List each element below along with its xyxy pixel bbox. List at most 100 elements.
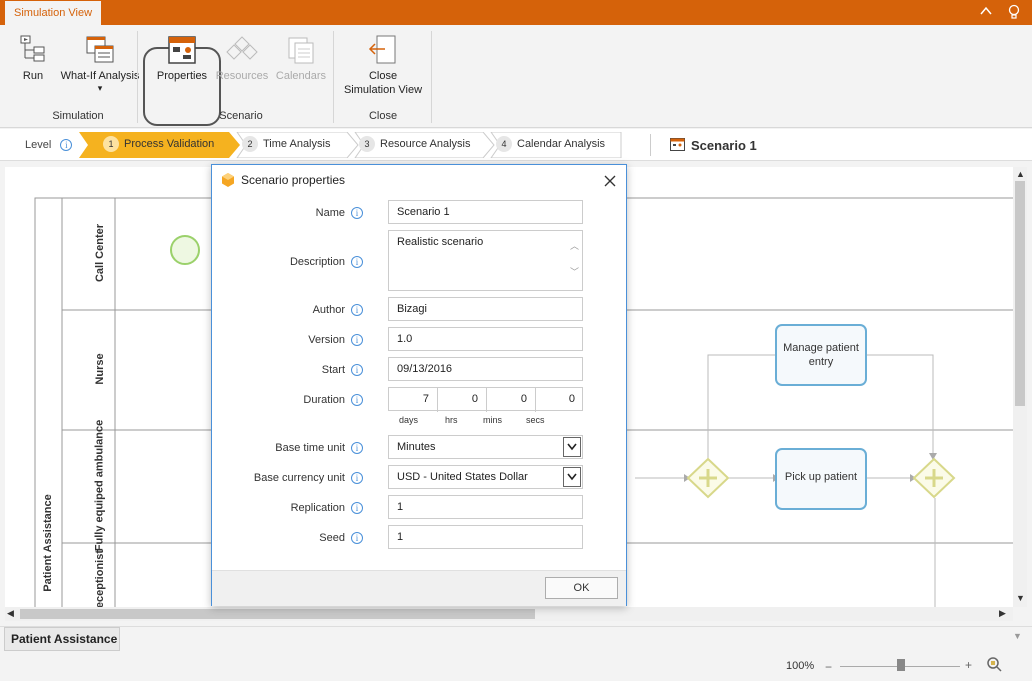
dialog-app-icon [221, 173, 235, 190]
close-icon[interactable] [604, 169, 616, 192]
close-label-1: Close [368, 70, 398, 82]
ribbon-divider [431, 31, 432, 123]
seed-field[interactable]: 1 [388, 525, 583, 549]
vertical-scroll-thumb[interactable] [1015, 181, 1025, 406]
info-icon[interactable]: i [351, 502, 363, 514]
scroll-down-icon[interactable]: ﹀ [570, 265, 579, 278]
chevron-down-icon[interactable] [563, 437, 581, 457]
unit-minutes: mins [483, 415, 503, 425]
pool-label-container: Patient Assistance [38, 494, 58, 607]
author-field[interactable]: Bizagi [388, 297, 583, 321]
zoom-slider-thumb[interactable] [897, 659, 905, 671]
info-icon[interactable]: i [351, 532, 363, 544]
step-label: Time Analysis [263, 138, 331, 150]
level-step-time-analysis[interactable]: 2 Time Analysis [242, 132, 330, 157]
tab-dropdown-icon[interactable]: ▼ [1013, 631, 1022, 641]
task-manage-patient-entry[interactable]: Manage patient entry [783, 341, 859, 369]
resources-button[interactable]: Resources [214, 34, 270, 82]
info-icon[interactable]: i [351, 472, 363, 484]
chevron-down-icon[interactable] [563, 467, 581, 487]
dialog-footer: OK [212, 570, 626, 606]
duration-minutes-input[interactable]: 0 [487, 388, 536, 412]
scroll-up-icon[interactable]: ▲ [1016, 169, 1025, 179]
ribbon: Run What-If Analysis ▾ Simulation Proper… [0, 25, 1032, 128]
author-label: Author [312, 304, 345, 316]
step-label: Process Validation [124, 138, 215, 150]
vertical-scrollbar[interactable]: ▲ ▼ [1013, 167, 1027, 607]
calendars-label: Calendars [275, 70, 327, 82]
horizontal-scrollbar[interactable]: ◀ ▶ [5, 607, 1013, 621]
info-icon[interactable]: i [351, 304, 363, 316]
info-icon[interactable]: i [351, 394, 363, 406]
description-field[interactable]: Realistic scenario ︿ ﹀ [388, 230, 583, 291]
window-tab-title[interactable]: Simulation View [5, 0, 102, 25]
replication-label: Replication [290, 502, 345, 514]
whatif-analysis-button[interactable]: What-If Analysis ▾ [58, 34, 142, 94]
whatif-analysis-label: What-If Analysis [60, 70, 140, 82]
horizontal-scroll-thumb[interactable] [20, 609, 535, 619]
info-icon[interactable]: i [351, 207, 363, 219]
scenario-icon [670, 138, 685, 154]
zoom-in-icon[interactable]: + [965, 658, 972, 672]
lane-label-receptionist: Receptionist [94, 550, 106, 607]
name-field[interactable]: Scenario 1 [388, 200, 583, 224]
version-label: Version [308, 334, 345, 346]
scroll-down-icon[interactable]: ▼ [1016, 593, 1025, 603]
properties-icon [166, 34, 198, 66]
level-step-resource-analysis[interactable]: 3 Resource Analysis [359, 132, 471, 157]
scenario-name[interactable]: Scenario 1 [691, 138, 757, 153]
info-icon[interactable]: i [351, 364, 363, 376]
level-bar: Level i 1 Process Validation 2 Time Analys… [0, 129, 1032, 161]
info-icon[interactable]: i [351, 256, 363, 268]
info-icon[interactable]: i [60, 139, 73, 151]
collapse-ribbon-icon[interactable] [978, 4, 994, 21]
zoom-out-icon[interactable]: − [825, 660, 832, 674]
step-label: Calendar Analysis [517, 138, 606, 150]
duration-days-input[interactable]: 7 [389, 388, 438, 412]
whatif-analysis-icon [84, 34, 116, 66]
group-label-simulation: Simulation [52, 110, 104, 122]
replication-field[interactable]: 1 [388, 495, 583, 519]
duration-hours-input[interactable]: 0 [438, 388, 487, 412]
status-bar: 100% − + [0, 652, 1032, 681]
ok-button[interactable]: OK [545, 577, 618, 599]
tab-patient-assistance[interactable]: Patient Assistance [4, 627, 120, 651]
step-number: 1 [103, 136, 119, 153]
calendars-icon [285, 34, 317, 66]
duration-seconds-input[interactable]: 0 [536, 388, 583, 412]
properties-label: Properties [156, 70, 208, 82]
task-pick-up-patient[interactable]: Pick up patient [776, 471, 866, 483]
close-simulation-view-button[interactable]: Close Simulation View [340, 34, 426, 96]
info-icon[interactable]: i [351, 334, 363, 346]
zoom-fit-icon[interactable] [986, 656, 1002, 675]
level-step-calendar-analysis[interactable]: 4 Calendar Analysis [496, 132, 605, 157]
close-view-icon [367, 34, 399, 66]
run-button[interactable]: Run [14, 34, 52, 82]
unit-days: days [399, 415, 419, 425]
scroll-left-icon[interactable]: ◀ [7, 608, 14, 619]
level-label: Level i [25, 139, 73, 151]
currency-unit-value: USD - United States Dollar [397, 471, 528, 483]
run-icon [17, 34, 49, 66]
scroll-right-icon[interactable]: ▶ [999, 608, 1006, 619]
unit-seconds: secs [526, 415, 545, 425]
duration-label: Duration [303, 394, 345, 406]
time-unit-select[interactable]: Minutes [388, 435, 583, 459]
step-number: 2 [242, 136, 258, 153]
group-label-close: Close [368, 110, 398, 122]
time-unit-label: Base time unit [275, 442, 345, 454]
version-field[interactable]: 1.0 [388, 327, 583, 351]
currency-unit-select[interactable]: USD - United States Dollar [388, 465, 583, 489]
level-step-process-validation[interactable]: 1 Process Validation [103, 132, 214, 157]
properties-button[interactable]: Properties [152, 34, 212, 82]
start-date-field[interactable]: 09/13/2016 [388, 357, 583, 381]
step-number: 3 [359, 136, 375, 153]
lightbulb-icon[interactable] [1006, 4, 1022, 23]
resources-label: Resources [215, 70, 269, 82]
pool-label: Patient Assistance [42, 494, 54, 592]
calendars-button[interactable]: Calendars [272, 34, 330, 82]
info-icon[interactable]: i [351, 442, 363, 454]
close-label-2: Simulation View [343, 84, 423, 96]
zoom-level: 100% [786, 660, 815, 672]
scroll-up-icon[interactable]: ︿ [570, 239, 579, 252]
